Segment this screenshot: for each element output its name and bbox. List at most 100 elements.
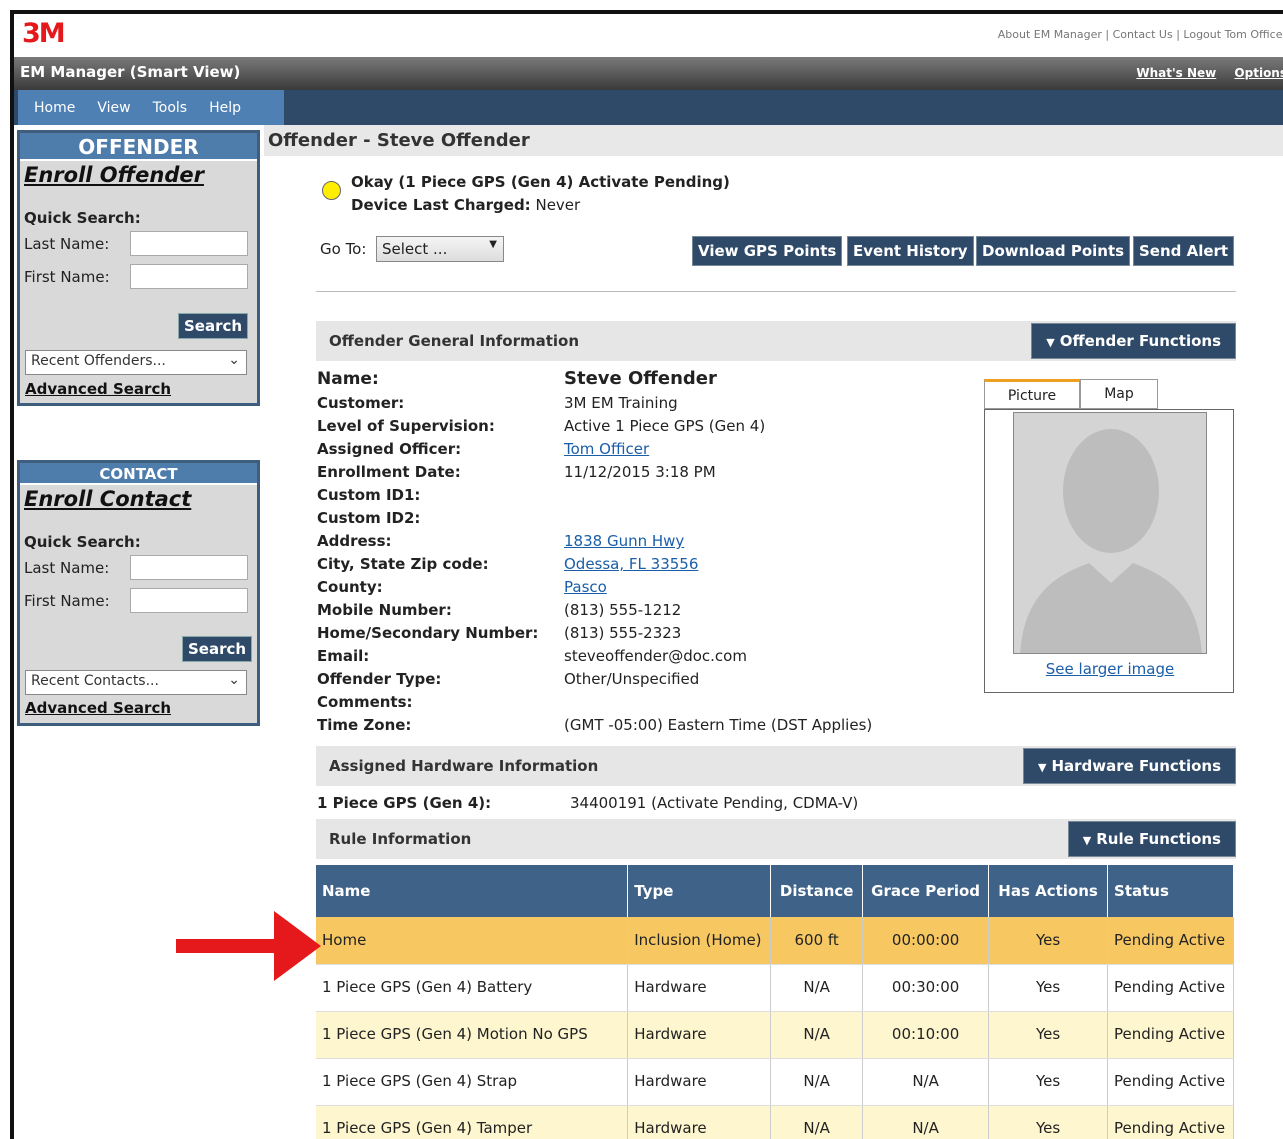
field-value: (813) 555-2323 xyxy=(564,624,682,642)
hardware-functions-button[interactable]: ▼ Hardware Functions xyxy=(1022,748,1236,784)
offender-advanced-search-link[interactable]: Advanced Search xyxy=(25,380,171,398)
contact-search-button[interactable]: Search xyxy=(182,636,253,662)
hardware-label: 1 Piece GPS (Gen 4): xyxy=(317,794,492,812)
table-row[interactable]: 1 Piece GPS (Gen 4) Strap Hardware N/A N/A Y… xyxy=(316,1058,1234,1106)
recent-offenders-select[interactable]: Recent Offenders... ⌄ xyxy=(25,350,247,375)
page-header: Offender - Steve Offender xyxy=(264,125,1283,156)
field-value: (813) 555-1212 xyxy=(564,601,682,619)
top-links: About EM Manager | Contact Us | Logout T… xyxy=(998,28,1283,41)
logout-link[interactable]: Logout Tom Officer xyxy=(1183,28,1283,41)
col-status[interactable]: Status xyxy=(1107,865,1234,917)
table-row[interactable]: 1 Piece GPS (Gen 4) Tamper Hardware N/A N/A… xyxy=(316,1105,1234,1139)
rule-has-actions-cell: Yes xyxy=(988,964,1109,1012)
general-info-section-header: Offender General Information ▼ Offender F… xyxy=(316,321,1236,361)
field-value: Other/Unspecified xyxy=(564,670,700,688)
rule-status-cell: Pending Active xyxy=(1107,1058,1234,1106)
table-row[interactable]: 1 Piece GPS (Gen 4) Motion No GPS Hardwar… xyxy=(316,1011,1234,1059)
goto-select[interactable]: Select ... ▼ xyxy=(376,236,504,262)
rules-header-row: Name Type Distance Grace Period Has Acti… xyxy=(316,865,1234,917)
rule-section-header: Rule Information ▼ Rule Functions xyxy=(316,819,1236,859)
about-link[interactable]: About EM Manager xyxy=(998,28,1102,41)
main-content: Offender - Steve Offender Okay (1 Piece … xyxy=(264,125,1283,1139)
hardware-functions-label: Hardware Functions xyxy=(1051,757,1221,775)
rule-functions-button[interactable]: ▼ Rule Functions xyxy=(1067,821,1236,857)
see-larger-image-link[interactable]: See larger image xyxy=(985,660,1235,678)
field-value: 11/12/2015 3:18 PM xyxy=(564,463,716,481)
rule-distance-cell: N/A xyxy=(770,1058,864,1106)
rule-type-cell: Hardware xyxy=(627,1011,772,1059)
col-name[interactable]: Name xyxy=(316,865,629,917)
rule-status-cell: Pending Active xyxy=(1107,917,1234,965)
table-row[interactable]: Home Inclusion (Home) 600 ft 00:00:00 Yes Pen… xyxy=(316,917,1234,965)
field-value-link[interactable]: Tom Officer xyxy=(564,440,649,458)
menu-tools[interactable]: Tools xyxy=(153,100,188,116)
contact-advanced-search-link[interactable]: Advanced Search xyxy=(25,699,171,717)
field-label: Home/Secondary Number: xyxy=(317,624,539,642)
rules-table: Name Type Distance Grace Period Has Acti… xyxy=(316,865,1234,1139)
menu-view[interactable]: View xyxy=(97,100,130,116)
contact-panel: CONTACT Enroll Contact Quick Search: Las… xyxy=(17,460,260,726)
rule-status-cell: Pending Active xyxy=(1107,1011,1234,1059)
offender-search-button[interactable]: Search xyxy=(178,313,249,339)
rule-grace-cell: 00:10:00 xyxy=(862,1011,990,1059)
top-bar: 3M About EM Manager | Contact Us | Logou… xyxy=(14,14,1283,56)
contact-last-name-input[interactable] xyxy=(130,555,248,580)
offender-last-name-input[interactable] xyxy=(130,231,248,256)
view-gps-points-button[interactable]: View GPS Points xyxy=(692,236,843,266)
hardware-section-header: Assigned Hardware Information ▼ Hardware … xyxy=(316,746,1236,786)
title-links: What's New Options xyxy=(1122,66,1283,80)
field-value-link[interactable]: Pasco xyxy=(564,578,607,596)
menu-home[interactable]: Home xyxy=(34,100,75,116)
rule-status-cell: Pending Active xyxy=(1107,964,1234,1012)
col-type[interactable]: Type xyxy=(627,865,772,917)
rule-title: Rule Information xyxy=(329,830,472,848)
contact-first-name-input[interactable] xyxy=(130,588,248,613)
offender-panel: OFFENDER Enroll Offender Quick Search: L… xyxy=(17,130,260,406)
field-label: Custom ID1: xyxy=(317,486,421,504)
device-charged: Device Last Charged: Never xyxy=(351,196,580,214)
offender-last-name-row: Last Name: xyxy=(24,227,257,260)
col-distance[interactable]: Distance xyxy=(770,865,864,917)
field-label: Assigned Officer: xyxy=(317,440,462,458)
offender-functions-button[interactable]: ▼ Offender Functions xyxy=(1031,323,1236,359)
main-menu: Home View Tools Help xyxy=(18,90,284,125)
nav-bar: Home View Tools Help xyxy=(14,90,1283,125)
offender-first-name-label: First Name: xyxy=(24,267,110,286)
red-arrow-icon xyxy=(176,911,321,981)
event-history-button[interactable]: Event History xyxy=(847,236,974,266)
field-value-link[interactable]: Odessa, FL 33556 xyxy=(564,555,698,573)
rule-distance-cell: 600 ft xyxy=(770,917,864,965)
contact-us-link[interactable]: Contact Us xyxy=(1113,28,1173,41)
download-points-button[interactable]: Download Points xyxy=(976,236,1131,266)
offender-last-name-label: Last Name: xyxy=(24,234,110,253)
recent-contacts-select[interactable]: Recent Contacts... ⌄ xyxy=(25,670,247,695)
options-link[interactable]: Options xyxy=(1234,66,1283,80)
contact-last-name-label: Last Name: xyxy=(24,558,110,577)
device-charged-value: Never xyxy=(535,196,581,214)
field-label: Custom ID2: xyxy=(317,509,421,527)
contact-panel-header: CONTACT xyxy=(20,463,257,485)
tab-map[interactable]: Map xyxy=(1080,379,1158,409)
field-value-link[interactable]: 1838 Gunn Hwy xyxy=(564,532,684,550)
table-row[interactable]: 1 Piece GPS (Gen 4) Battery Hardware N/A 00… xyxy=(316,964,1234,1012)
contact-first-name-row: First Name: xyxy=(24,584,257,617)
device-charged-label: Device Last Charged: xyxy=(351,196,531,214)
offender-panel-header: OFFENDER xyxy=(20,133,257,161)
col-has-actions[interactable]: Has Actions xyxy=(988,865,1109,917)
send-alert-button[interactable]: Send Alert xyxy=(1133,236,1235,266)
col-grace-period[interactable]: Grace Period xyxy=(862,865,990,917)
offender-first-name-row: First Name: xyxy=(24,260,257,293)
field-label: Mobile Number: xyxy=(317,601,452,619)
tab-picture[interactable]: Picture xyxy=(984,379,1080,409)
enroll-contact-link[interactable]: Enroll Contact xyxy=(24,487,257,511)
field-value: Steve Offender xyxy=(564,368,717,389)
enroll-offender-link[interactable]: Enroll Offender xyxy=(24,163,257,187)
whats-new-link[interactable]: What's New xyxy=(1136,66,1216,80)
offender-first-name-input[interactable] xyxy=(130,264,248,289)
title-bar: EM Manager (Smart View) What's New Optio… xyxy=(14,57,1283,90)
3m-logo: 3M xyxy=(22,18,66,49)
rule-has-actions-cell: Yes xyxy=(988,1105,1109,1139)
menu-help[interactable]: Help xyxy=(209,100,241,116)
rule-grace-cell: N/A xyxy=(862,1105,990,1139)
goto-label: Go To: xyxy=(320,240,367,258)
